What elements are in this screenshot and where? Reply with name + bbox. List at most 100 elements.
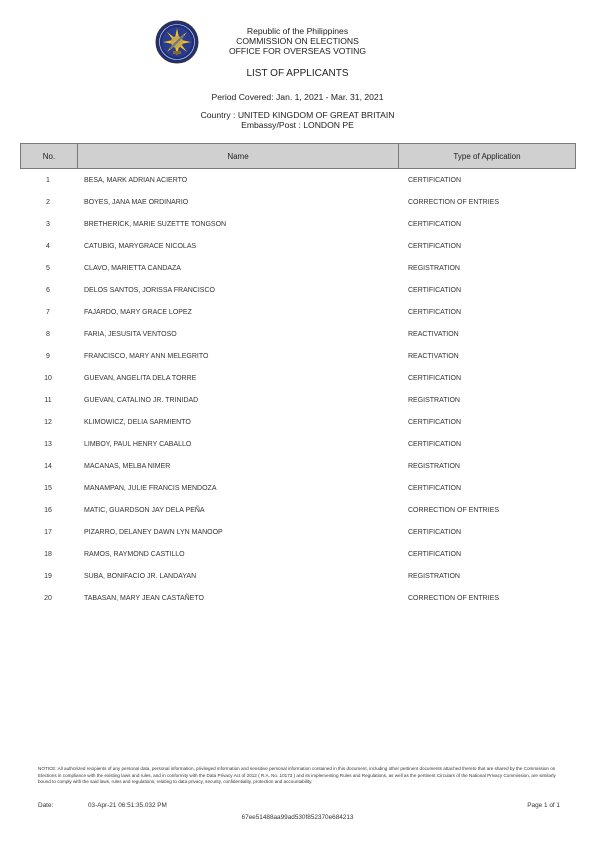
column-header-no: No. xyxy=(21,144,78,168)
table-row: 3 BRETHERICK, MARIE SUZETTE TONGSON CERTIF… xyxy=(20,213,576,235)
agency-header: Republic of the Philippines COMMISSION O… xyxy=(0,26,595,56)
application-type: REGISTRATION xyxy=(408,264,460,272)
applicant-name: CLAVO, MARIETTA CANDAZA xyxy=(84,264,181,272)
table-header: No. Name Type of Application xyxy=(20,143,576,169)
row-number: 17 xyxy=(44,528,52,536)
table-row: 2 BOYES, JANA MAE ORDINARIO CORRECTION OF … xyxy=(20,191,576,213)
applicant-name: MATIC, GUARDSON JAY DELA PEÑA xyxy=(84,506,205,514)
applicant-name: BRETHERICK, MARIE SUZETTE TONGSON xyxy=(84,220,227,228)
applicant-name: RAMOS, RAYMOND CASTILLO xyxy=(84,550,185,558)
row-number: 1 xyxy=(46,176,50,184)
application-type: CERTIFICATION xyxy=(408,550,462,558)
row-number: 15 xyxy=(44,484,52,492)
table-row: 6 DELOS SANTOS, JORISSA FRANCISCO CERTIFIC… xyxy=(20,279,576,301)
column-header-name: Name xyxy=(78,144,399,168)
row-number: 19 xyxy=(44,572,52,580)
table-row: 12 KLIMOWICZ, DELIA SARMIENTO CERTIFICATIO… xyxy=(20,411,576,433)
country-post: Country : UNITED KINGDOM OF GREAT BRITAI… xyxy=(0,110,595,130)
embassy-post-line: Embassy/Post : LONDON PE xyxy=(241,120,354,130)
table-row: 15 MANAMPAN, JULIE FRANCIS MENDOZA CERTIFI… xyxy=(20,477,576,499)
applicant-name: BOYES, JANA MAE ORDINARIO xyxy=(84,198,189,206)
applicant-name: GUEVAN, ANGELITA DELA TORRE xyxy=(84,374,197,382)
application-type: REACTIVATION xyxy=(408,352,459,360)
privacy-notice: NOTICE: All authorized recipients of any… xyxy=(38,766,556,785)
page-number: Page 1 of 1 xyxy=(527,802,560,809)
row-number: 6 xyxy=(46,286,50,294)
applicant-name: FAJARDO, MARY GRACE LOPEZ xyxy=(84,308,192,316)
row-number: 9 xyxy=(46,352,50,360)
office-line: OFFICE FOR OVERSEAS VOTING xyxy=(228,46,367,56)
applicant-name: TABASAN, MARY JEAN CASTAÑETO xyxy=(84,594,204,602)
row-number: 2 xyxy=(46,198,50,206)
applicant-name: BESA, MARK ADRIAN ACIERTO xyxy=(84,176,188,184)
table-row: 18 RAMOS, RAYMOND CASTILLO CERTIFICATION xyxy=(20,543,576,565)
application-type: CORRECTION OF ENTRIES xyxy=(408,506,500,514)
country-line: Country : UNITED KINGDOM OF GREAT BRITAI… xyxy=(200,110,395,120)
document-hash: 67ee51488aa99ad530f852370e684213 xyxy=(241,814,354,821)
table-row: 17 PIZARRO, DELANEY DAWN LYN MANOOP CERTIF… xyxy=(20,521,576,543)
applicant-name: LIMBOY, PAUL HENRY CABALLO xyxy=(84,440,192,448)
table-row: 8 FARIA, JESUSITA VENTOSO REACTIVATION xyxy=(20,323,576,345)
table-row: 1 BESA, MARK ADRIAN ACIERTO CERTIFICATION xyxy=(20,169,576,191)
application-type: CERTIFICATION xyxy=(408,418,462,426)
column-header-type: Type of Application xyxy=(453,151,521,161)
application-type: REGISTRATION xyxy=(408,572,460,580)
table-row: 11 GUEVAN, CATALINO JR. TRINIDAD REGISTRAT… xyxy=(20,389,576,411)
application-type: CERTIFICATION xyxy=(408,176,462,184)
application-type: CERTIFICATION xyxy=(408,242,462,250)
applicant-name: PIZARRO, DELANEY DAWN LYN MANOOP xyxy=(84,528,223,536)
table-row: 7 FAJARDO, MARY GRACE LOPEZ CERTIFICATION xyxy=(20,301,576,323)
application-type: CERTIFICATION xyxy=(408,484,462,492)
applicant-name: MACANAS, MELBA NIMER xyxy=(84,462,171,470)
application-type: REACTIVATION xyxy=(408,330,459,338)
row-number: 3 xyxy=(46,220,50,228)
table-row: 13 LIMBOY, PAUL HENRY CABALLO CERTIFICATIO… xyxy=(20,433,576,455)
applicant-name: KLIMOWICZ, DELIA SARMIENTO xyxy=(84,418,191,426)
applicant-name: SUBA, BONIFACIO JR. LANDAYAN xyxy=(84,572,197,580)
application-type: CORRECTION OF ENTRIES xyxy=(408,594,500,602)
row-number: 13 xyxy=(44,440,52,448)
applicant-name: GUEVAN, CATALINO JR. TRINIDAD xyxy=(84,396,199,404)
application-type: REGISTRATION xyxy=(408,462,460,470)
table-row: 5 CLAVO, MARIETTA CANDAZA REGISTRATION xyxy=(20,257,576,279)
republic-line: Republic of the Philippines xyxy=(246,26,349,36)
table-row: 4 CATUBIG, MARYGRACE NICOLAS CERTIFICATION xyxy=(20,235,576,257)
date-label: Date: xyxy=(38,802,54,809)
date-value: 03-Apr-21 06:51:35.032 PM xyxy=(88,802,167,809)
table-row: 14 MACANAS, MELBA NIMER REGISTRATION xyxy=(20,455,576,477)
applicant-name: MANAMPAN, JULIE FRANCIS MENDOZA xyxy=(84,484,217,492)
table-row: 9 FRANCISCO, MARY ANN MELEGRITO REACTIVATI… xyxy=(20,345,576,367)
application-type: CERTIFICATION xyxy=(408,286,462,294)
period-covered: Period Covered: Jan. 1, 2021 - Mar. 31, … xyxy=(211,92,384,102)
row-number: 5 xyxy=(46,264,50,272)
row-number: 7 xyxy=(46,308,50,316)
table-row: 20 TABASAN, MARY JEAN CASTAÑETO CORRECTION… xyxy=(20,587,576,609)
row-number: 16 xyxy=(44,506,52,514)
application-type: CERTIFICATION xyxy=(408,528,462,536)
row-number: 8 xyxy=(46,330,50,338)
applicants-table: No. Name Type of Application 1 BESA, MARK… xyxy=(20,143,576,609)
row-number: 20 xyxy=(44,594,52,602)
document-title: LIST OF APPLICANTS xyxy=(246,68,349,79)
application-type: CERTIFICATION xyxy=(408,440,462,448)
applicant-name: CATUBIG, MARYGRACE NICOLAS xyxy=(84,242,197,250)
row-number: 12 xyxy=(44,418,52,426)
applicant-name: FRANCISCO, MARY ANN MELEGRITO xyxy=(84,352,209,360)
applicant-name: FARIA, JESUSITA VENTOSO xyxy=(84,330,177,338)
table-row: 16 MATIC, GUARDSON JAY DELA PEÑA CORRECTIO… xyxy=(20,499,576,521)
row-number: 4 xyxy=(46,242,50,250)
application-type: CERTIFICATION xyxy=(408,374,462,382)
application-type: CERTIFICATION xyxy=(408,308,462,316)
row-number: 14 xyxy=(44,462,52,470)
row-number: 11 xyxy=(44,396,52,404)
row-number: 18 xyxy=(44,550,52,558)
commission-line: COMMISSION ON ELECTIONS xyxy=(236,36,359,46)
application-type: REGISTRATION xyxy=(408,396,460,404)
row-number: 10 xyxy=(44,374,52,382)
application-type: CORRECTION OF ENTRIES xyxy=(408,198,500,206)
table-row: 19 SUBA, BONIFACIO JR. LANDAYAN REGISTRATI… xyxy=(20,565,576,587)
application-type: CERTIFICATION xyxy=(408,220,462,228)
applicant-name: DELOS SANTOS, JORISSA FRANCISCO xyxy=(84,286,215,294)
table-body: 1 BESA, MARK ADRIAN ACIERTO CERTIFICATION 2… xyxy=(20,169,576,609)
table-row: 10 GUEVAN, ANGELITA DELA TORRE CERTIFICATI… xyxy=(20,367,576,389)
